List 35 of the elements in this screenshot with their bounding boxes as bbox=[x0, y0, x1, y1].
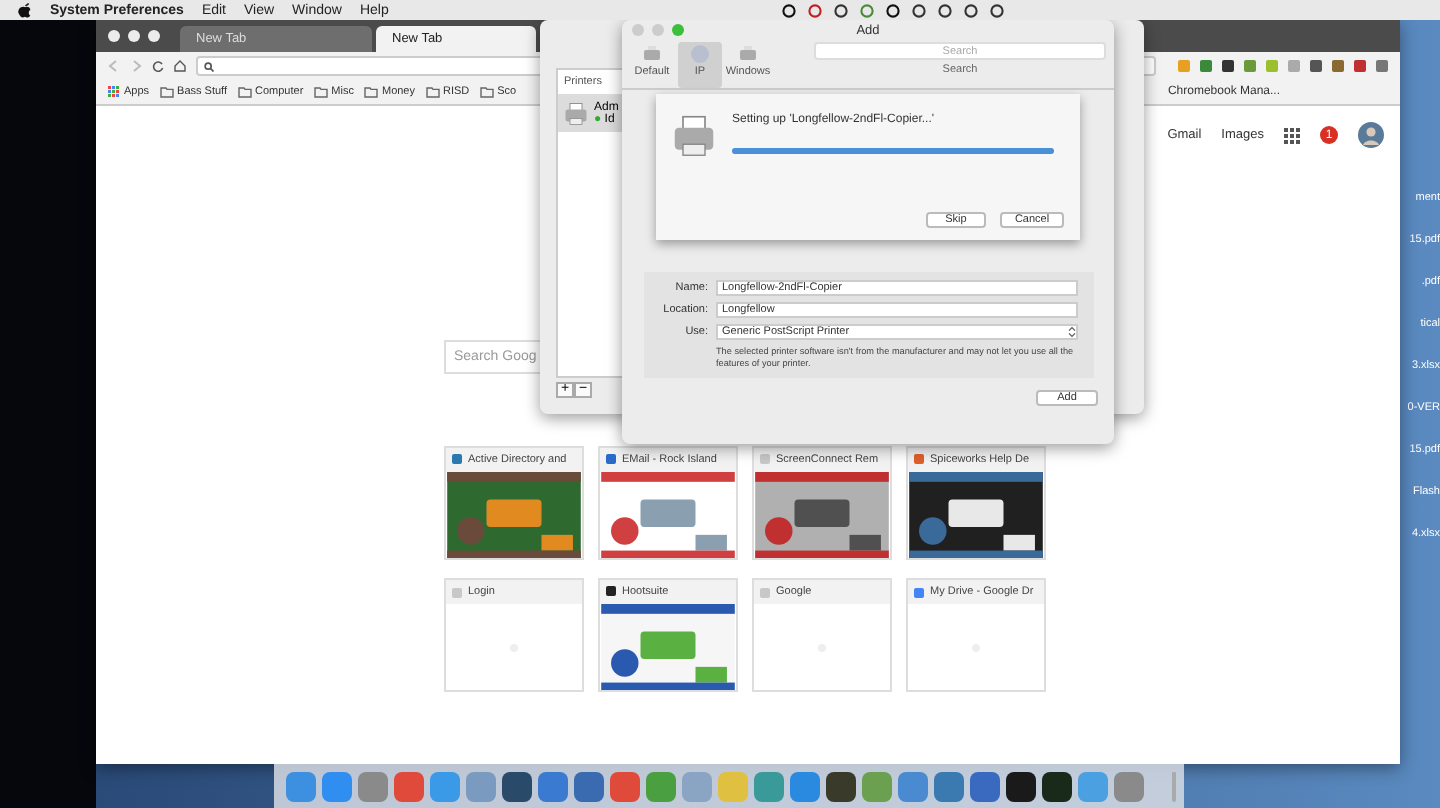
chevron-icon bbox=[1068, 326, 1076, 338]
status-bar-icon[interactable] bbox=[834, 3, 849, 17]
folder-icon bbox=[237, 86, 252, 98]
status-bar-icon[interactable] bbox=[964, 3, 979, 17]
printer-icon bbox=[738, 44, 758, 64]
folder-icon bbox=[159, 86, 174, 98]
search-icon bbox=[204, 61, 214, 71]
zoom-button[interactable] bbox=[148, 30, 160, 42]
close-button[interactable] bbox=[108, 30, 120, 42]
reload-icon[interactable] bbox=[152, 60, 164, 72]
status-bar-icon[interactable] bbox=[912, 3, 927, 17]
forward-icon[interactable] bbox=[130, 60, 142, 72]
folder-icon bbox=[363, 86, 378, 98]
folder-icon bbox=[313, 86, 328, 98]
apps-grid-icon[interactable] bbox=[1284, 127, 1300, 143]
apple-icon bbox=[18, 2, 32, 18]
status-bar-icon[interactable] bbox=[990, 3, 1005, 17]
back-icon[interactable] bbox=[108, 60, 120, 72]
apps-grid-icon bbox=[108, 86, 120, 98]
status-bar-icon[interactable] bbox=[886, 3, 901, 17]
app-icon[interactable] bbox=[826, 771, 856, 801]
app-icon[interactable] bbox=[1006, 771, 1036, 801]
avatar[interactable] bbox=[1358, 122, 1384, 148]
app-icon[interactable] bbox=[502, 771, 532, 801]
status-bar-icon[interactable] bbox=[782, 3, 797, 17]
printer-icon bbox=[672, 114, 716, 158]
status-bar-icon[interactable] bbox=[938, 3, 953, 17]
printer-icon bbox=[642, 44, 662, 64]
folder-icon bbox=[479, 86, 494, 98]
minimize-button[interactable] bbox=[128, 30, 140, 42]
app-icon[interactable] bbox=[1042, 771, 1072, 801]
home-icon[interactable] bbox=[174, 60, 186, 72]
folder-icon bbox=[425, 86, 439, 98]
globe-icon bbox=[690, 44, 710, 64]
printer-icon bbox=[564, 102, 588, 126]
